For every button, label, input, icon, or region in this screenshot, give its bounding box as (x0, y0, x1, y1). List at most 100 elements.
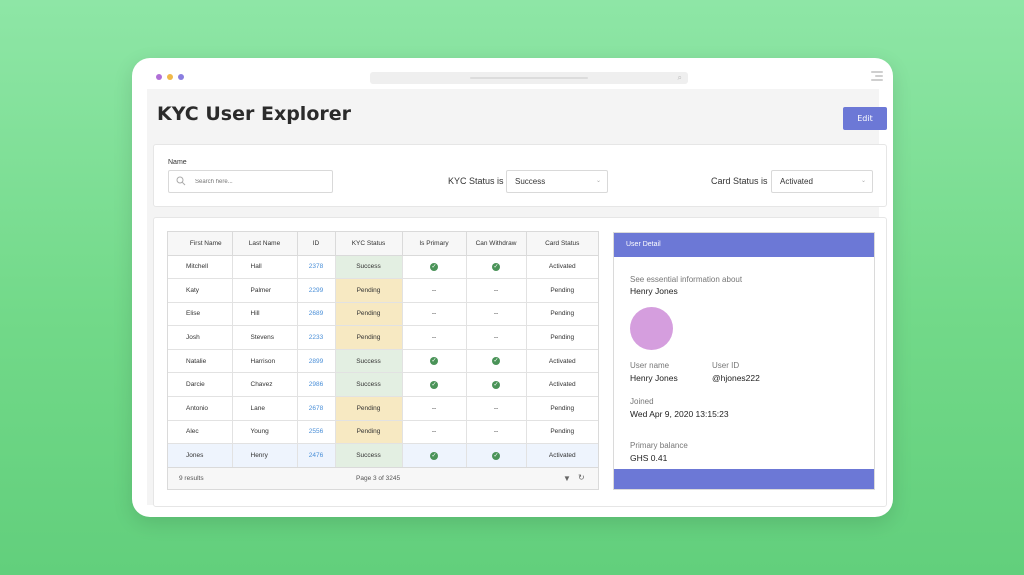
cell-kyc-status: Pending (335, 302, 403, 327)
cell-last-name: Harrison (232, 349, 298, 374)
cell-card-status: Pending (526, 302, 598, 327)
cell-id-link[interactable]: 2556 (297, 420, 336, 445)
cell-kyc-status: Success (335, 443, 403, 468)
pagination-info: Page 3 of 3245 (356, 475, 401, 482)
user-detail-card: User Detail See essential information ab… (613, 232, 875, 490)
column-header-id[interactable]: ID (297, 232, 336, 256)
check-circle-icon: ✓ (430, 451, 438, 460)
table-row[interactable]: Darcie Chavez 2986 Success ✓ ✓ Activated (168, 372, 598, 398)
cell-id-link[interactable]: 2233 (297, 325, 336, 350)
table-row[interactable]: Antonio Lane 2678 Pending -- -- Pending (168, 396, 598, 421)
users-table: First Name Last Name ID KYC Status Is Pr… (167, 231, 599, 490)
cell-id-link[interactable]: 2378 (297, 255, 336, 280)
filter-panel: Name KYC Status is Success ⌄ Card Status… (153, 144, 887, 207)
cell-can-withdraw: -- (466, 420, 527, 445)
table-row[interactable]: Jones Henry 2476 Success ✓ ✓ Activated (168, 443, 598, 468)
column-header-is-primary[interactable]: Is Primary (402, 232, 467, 256)
menu-icon[interactable] (871, 71, 883, 83)
cell-is-primary: -- (402, 396, 467, 421)
refresh-icon[interactable]: ↻ (578, 473, 585, 482)
cell-is-primary: ✓ (402, 349, 467, 374)
cell-is-primary: ✓ (402, 255, 467, 280)
name-filter-label: Name (168, 159, 187, 166)
results-count: 9 results (179, 475, 204, 482)
cell-card-status: Activated (526, 255, 598, 280)
device-frame: ⌕ KYC User Explorer Edit Name KYC Status… (132, 58, 893, 517)
cell-id-link[interactable]: 2899 (297, 349, 336, 374)
table-row[interactable]: Mitchell Hall 2378 Success ✓ ✓ Activated (168, 255, 598, 280)
cell-card-status: Activated (526, 349, 598, 374)
address-placeholder-line (470, 77, 588, 79)
user-id-value: @hjones222 (712, 373, 760, 383)
cell-kyc-status: Success (335, 372, 403, 398)
cell-kyc-status: Success (335, 255, 403, 280)
cell-last-name: Young (232, 420, 298, 445)
card-status-selected-value: Activated (780, 177, 813, 186)
column-header-can-withdraw[interactable]: Can Withdraw (466, 232, 527, 256)
check-circle-icon: ✓ (430, 357, 438, 366)
cell-kyc-status: Pending (335, 278, 403, 303)
table-row[interactable]: Josh Stevens 2233 Pending -- -- Pending (168, 325, 598, 350)
primary-balance-label: Primary balance (630, 441, 688, 450)
user-id-label: User ID (712, 361, 740, 370)
column-header-card-status[interactable]: Card Status (526, 232, 598, 256)
table-row[interactable]: Katy Palmer 2299 Pending -- -- Pending (168, 278, 598, 303)
cell-can-withdraw: ✓ (466, 349, 527, 374)
kyc-status-select[interactable]: Success ⌄ (506, 170, 608, 193)
search-icon: ⌕ (677, 73, 682, 82)
cell-id-link[interactable]: 2299 (297, 278, 336, 303)
cell-can-withdraw: ✓ (466, 443, 527, 468)
table-row[interactable]: Alec Young 2556 Pending -- -- Pending (168, 420, 598, 445)
app-content: KYC User Explorer Edit Name KYC Status i… (147, 89, 887, 507)
filter-icon[interactable]: ▼ (563, 474, 571, 483)
cell-is-primary: -- (402, 302, 467, 327)
maximize-dot-icon[interactable] (178, 74, 184, 80)
address-bar[interactable]: ⌕ (370, 72, 688, 84)
edit-button[interactable]: Edit (843, 107, 887, 130)
cell-last-name: Stevens (232, 325, 298, 350)
cell-first-name: Antonio (168, 396, 233, 421)
cell-id-link[interactable]: 2689 (297, 302, 336, 327)
kyc-status-filter-label: KYC Status is (448, 176, 504, 186)
table-row[interactable]: Natalie Harrison 2899 Success ✓ ✓ Activated (168, 349, 598, 374)
column-header-first-name[interactable]: First Name (168, 232, 233, 256)
joined-label: Joined (630, 397, 654, 406)
cell-first-name: Alec (168, 420, 233, 445)
cell-card-status: Pending (526, 325, 598, 350)
cell-last-name: Palmer (232, 278, 298, 303)
check-circle-icon: ✓ (492, 380, 500, 389)
detail-intro-text: See essential information about (630, 275, 743, 284)
table-row[interactable]: Elise Hill 2689 Pending -- -- Pending (168, 302, 598, 327)
column-header-kyc-status[interactable]: KYC Status (335, 232, 403, 256)
cell-id-link[interactable]: 2476 (297, 443, 336, 468)
cell-card-status: Activated (526, 372, 598, 398)
primary-balance-value: GHS 0.41 (630, 453, 668, 463)
close-dot-icon[interactable] (156, 74, 162, 80)
search-icon (176, 176, 186, 186)
cell-is-primary: -- (402, 420, 467, 445)
cell-card-status: Activated (526, 443, 598, 468)
cell-first-name: Elise (168, 302, 233, 327)
search-input[interactable] (195, 175, 325, 189)
check-circle-icon: ✓ (430, 262, 438, 271)
cell-first-name: Jones (168, 443, 233, 468)
name-search-field[interactable] (168, 170, 333, 193)
check-circle-icon: ✓ (492, 357, 500, 366)
card-status-select[interactable]: Activated ⌄ (771, 170, 873, 193)
cell-can-withdraw: -- (466, 302, 527, 327)
joined-value: Wed Apr 9, 2020 13:15:23 (630, 409, 729, 419)
cell-first-name: Katy (168, 278, 233, 303)
page-title: KYC User Explorer (157, 103, 351, 125)
check-circle-icon: ✓ (492, 262, 500, 271)
cell-last-name: Hall (232, 255, 298, 280)
column-header-last-name[interactable]: Last Name (232, 232, 298, 256)
check-circle-icon: ✓ (492, 451, 500, 460)
cell-can-withdraw: -- (466, 278, 527, 303)
cell-first-name: Mitchell (168, 255, 233, 280)
cell-card-status: Pending (526, 278, 598, 303)
cell-first-name: Natalie (168, 349, 233, 374)
cell-id-link[interactable]: 2986 (297, 372, 336, 398)
user-detail-footer (614, 469, 874, 489)
cell-id-link[interactable]: 2678 (297, 396, 336, 421)
minimize-dot-icon[interactable] (167, 74, 173, 80)
